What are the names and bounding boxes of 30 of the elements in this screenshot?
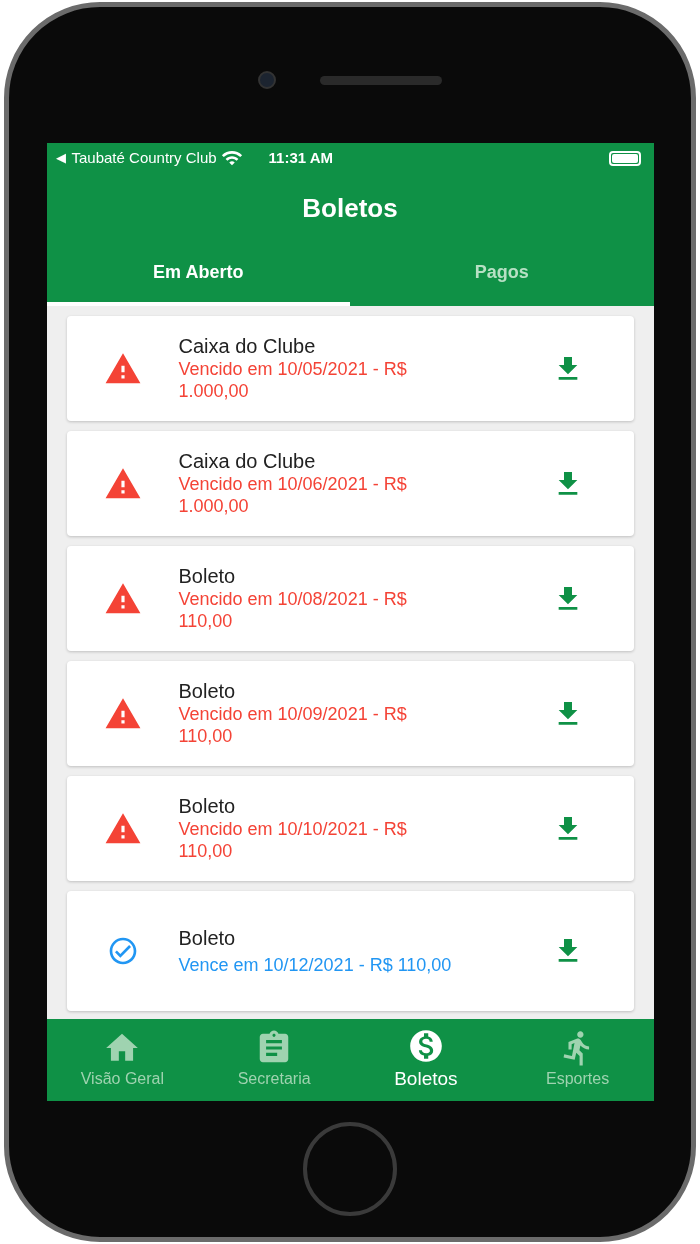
nav-item[interactable]: Secretaria [198,1019,350,1101]
nav-item[interactable]: Visão Geral [46,1019,199,1101]
boleto-title: Boleto [178,795,237,818]
back-arrow[interactable]: ◀ [55,148,66,168]
status-time: 11:31 AM [268,147,334,168]
nav-item[interactable]: Boletos [350,1019,502,1101]
battery-icon [608,150,641,166]
boleto-card[interactable]: Boleto Vencido em 10/08/2021 - R$ 110,00 [66,546,634,651]
boleto-detail: Vencido em 10/06/2021 - R$ 1.000,00 [178,473,408,517]
boleto-title: Caixa do Clube [178,450,317,473]
screen-title: Boletos [302,191,398,225]
boleto-title: Boleto [178,926,237,950]
boleto-detail: Vence em 10/12/2021 - R$ 110,00 [178,953,453,976]
nav-item[interactable]: Esportes [501,1019,654,1101]
tab[interactable]: Em Aberto [46,243,350,306]
boleto-title: Boleto [178,680,237,703]
boleto-title: Boleto [178,565,237,588]
boleto-detail: Vencido em 10/10/2021 - R$ 110,00 [178,818,408,862]
carrier-label: Taubaté Country Club [71,147,217,168]
boleto-card[interactable]: Caixa do Clube Vencido em 10/05/2021 - R$ 1.000,00 [66,316,634,421]
boleto-card[interactable]: Boleto Vence em 10/12/2021 - R$ 110,00 [66,891,634,1011]
boleto-card[interactable]: Caixa do Clube Vencido em 10/06/2021 - R$ 1.000,00 [66,431,634,536]
tab[interactable]: Pagos [350,243,654,306]
boleto-card[interactable]: Boleto Vencido em 10/09/2021 - R$ 110,00 [66,661,634,766]
boleto-detail: Vencido em 10/08/2021 - R$ 110,00 [178,588,408,632]
camera-icon [258,71,276,89]
boleto-title: Caixa do Clube [178,335,317,358]
boleto-card[interactable]: Boleto Vencido em 10/10/2021 - R$ 110,00 [66,776,634,881]
boleto-detail: Vencido em 10/05/2021 - R$ 1.000,00 [178,358,408,402]
boleto-detail: Vencido em 10/09/2021 - R$ 110,00 [178,703,408,747]
